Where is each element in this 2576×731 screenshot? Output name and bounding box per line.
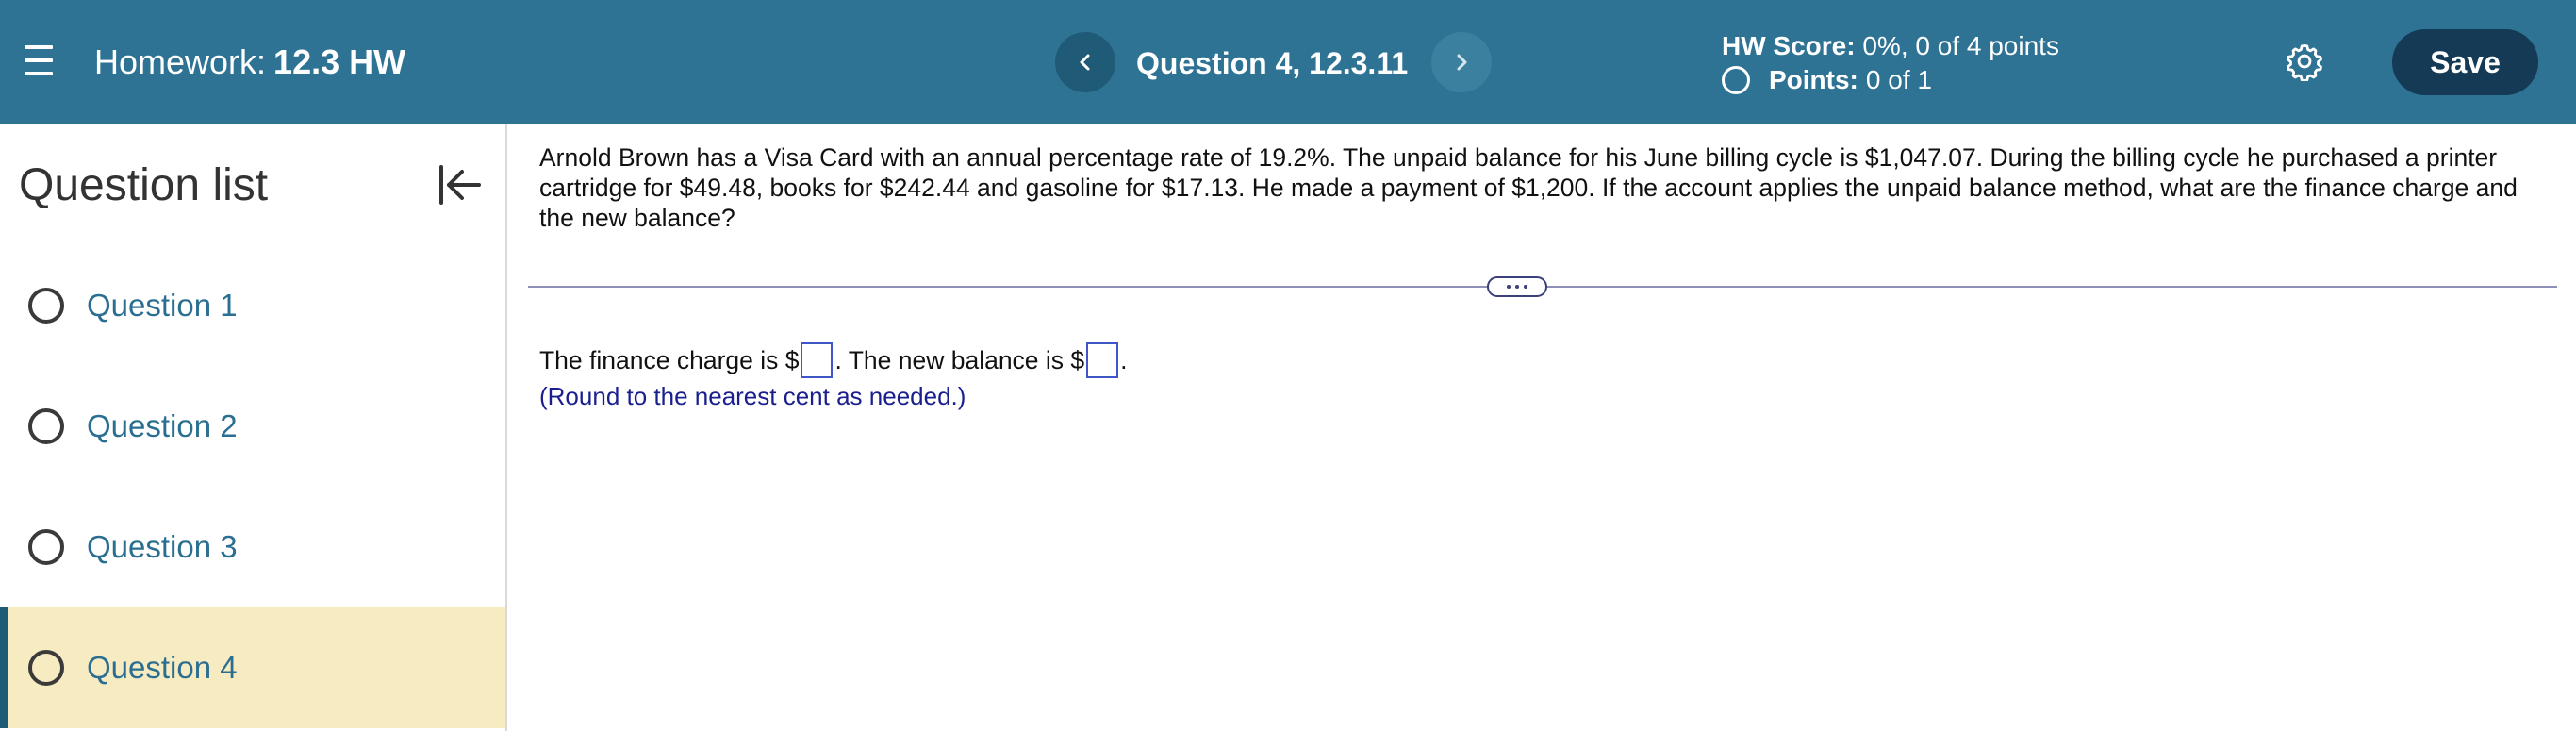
homework-label: Homework: [94, 42, 267, 81]
question-title: Question 4, 12.3.11 [1136, 46, 1409, 80]
more-options-icon[interactable] [1487, 276, 1547, 297]
question-panel: Arnold Brown has a Visa Card with an ann… [509, 124, 2576, 731]
new-balance-label: . The new balance is $ [834, 346, 1085, 374]
hw-score-label: HW Score: [1722, 31, 1856, 60]
question-label: Question 3 [87, 529, 238, 564]
save-button[interactable]: Save [2392, 29, 2538, 95]
top-bar: Homework: 12.3 HW Question 4, 12.3.11 HW … [0, 0, 2576, 124]
homework-title: Homework: 12.3 HW [94, 43, 405, 81]
finance-charge-label: The finance charge is $ [539, 346, 800, 374]
question-status-icon [28, 529, 64, 565]
question-status-icon [28, 408, 64, 444]
points-status-icon [1722, 66, 1750, 94]
question-text: Arnold Brown has a Visa Card with an ann… [539, 143, 2518, 232]
hw-score: HW Score: 0%, 0 of 4 points [1722, 30, 2059, 62]
question-list-panel: Question list Question 1 Question 2 Ques… [0, 124, 507, 731]
points-status: Points: 0 of 1 [1722, 64, 1932, 96]
new-balance-input[interactable] [1086, 342, 1119, 378]
question-list-item-2[interactable]: Question 2 [0, 366, 505, 487]
chevron-right-icon [1457, 54, 1467, 71]
chevron-left-icon [1080, 54, 1090, 71]
points-label: Points: [1769, 65, 1858, 94]
hw-score-value: 0%, 0 of 4 points [1862, 31, 2059, 60]
gear-icon[interactable] [2285, 42, 2324, 82]
question-label: Question 2 [87, 408, 238, 443]
question-status-icon [28, 650, 64, 686]
answer-line: The finance charge is $ . The new balanc… [539, 341, 1128, 379]
points-value: 0 of 1 [1865, 65, 1932, 94]
rounding-instruction: (Round to the nearest cent as needed.) [539, 382, 966, 410]
answer-end-period: . [1120, 346, 1128, 374]
question-list-item-3[interactable]: Question 3 [0, 487, 505, 607]
next-question-button[interactable] [1431, 32, 1492, 92]
question-list-item-4[interactable]: Question 4 [0, 607, 505, 728]
question-list-item-1[interactable]: Question 1 [0, 245, 505, 366]
homework-name: 12.3 HW [273, 42, 406, 81]
question-list-title: Question list [19, 160, 269, 210]
question-label: Question 1 [87, 288, 238, 323]
finance-charge-input[interactable] [801, 342, 834, 378]
previous-question-button[interactable] [1055, 32, 1115, 92]
question-label: Question 4 [87, 650, 238, 685]
collapse-panel-icon[interactable] [436, 161, 485, 208]
question-status-icon [28, 288, 64, 324]
menu-icon[interactable] [25, 45, 53, 77]
